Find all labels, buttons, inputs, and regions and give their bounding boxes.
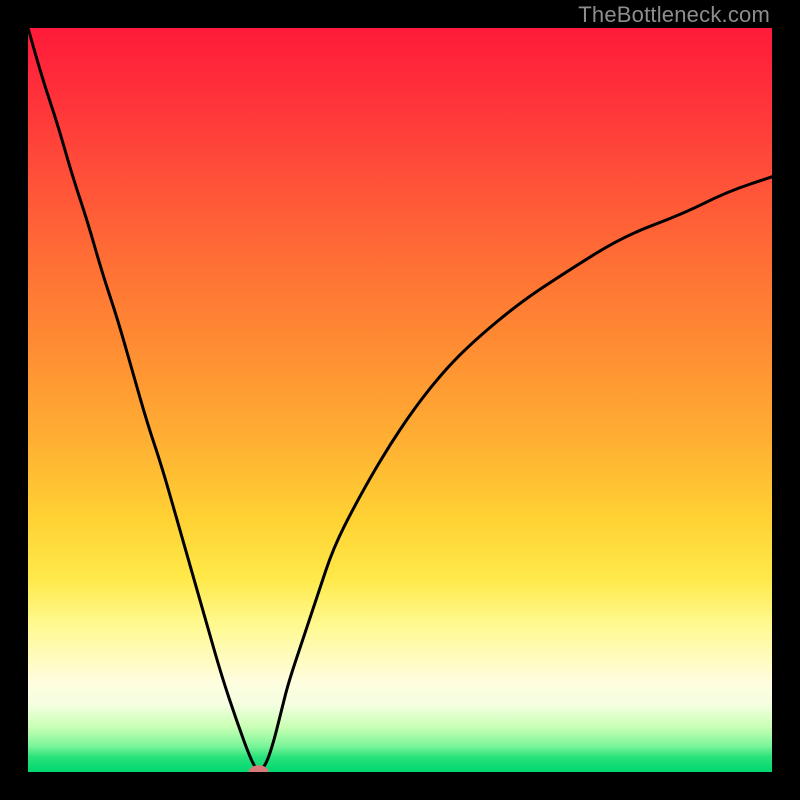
minimum-marker — [248, 765, 269, 772]
curve-svg — [28, 28, 772, 772]
watermark-text: TheBottleneck.com — [578, 2, 770, 28]
chart-frame: TheBottleneck.com — [0, 0, 800, 800]
bottleneck-curve — [28, 28, 772, 770]
plot-area — [28, 28, 772, 772]
